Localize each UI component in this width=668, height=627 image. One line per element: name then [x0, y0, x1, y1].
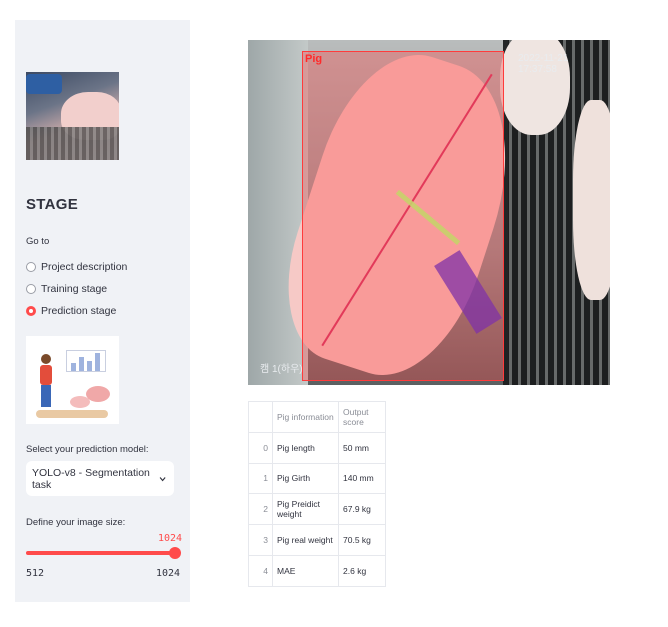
row-info: Pig real weight: [271, 524, 340, 556]
image-size-label: Define your image size:: [26, 517, 126, 528]
radio-training-stage[interactable]: Training stage: [26, 283, 107, 295]
header-pig-information: Pig information: [271, 401, 340, 433]
background-pig: [573, 100, 610, 300]
image-size-slider-track[interactable]: [26, 551, 174, 555]
row-index: 2: [248, 493, 273, 526]
radio-indicator: [26, 262, 36, 272]
goto-label: Go to: [26, 236, 50, 247]
row-index: 3: [248, 524, 273, 556]
detection-result-image: Pig 2022-11-21 17:37:58 캠 1(하우): [248, 40, 610, 385]
model-select-value: YOLO-v8 - Segmentation task: [32, 466, 150, 491]
sidebar-pig-photo: [26, 72, 119, 160]
radio-indicator-selected: [26, 306, 36, 316]
radio-label: Training stage: [41, 283, 108, 295]
row-info: Pig length: [271, 431, 340, 464]
row-score: 2.6 kg: [338, 554, 386, 587]
slider-current-value: 1024: [158, 533, 183, 544]
image-size-slider-handle[interactable]: [169, 547, 181, 559]
header-index: [248, 401, 273, 433]
row-score: 70.5 kg: [338, 524, 386, 556]
radio-label: Project description: [41, 261, 128, 273]
bbox-class-label: Pig: [305, 53, 323, 65]
results-table: Pig information Output score 0 Pig lengt…: [248, 401, 386, 587]
table-row: 1 Pig Girth 140 mm: [248, 462, 386, 495]
slider-max-value: 1024: [156, 568, 181, 579]
sidebar: STAGE Go to Project description Training…: [15, 20, 190, 602]
radio-label: Prediction stage: [41, 305, 117, 317]
header-output-score: Output score: [338, 401, 386, 433]
table-row: 3 Pig real weight 70.5 kg: [248, 524, 386, 556]
row-index: 4: [248, 554, 273, 587]
slider-min-value: 512: [26, 568, 45, 579]
camera-label: 캠 1(하우): [260, 364, 303, 375]
stage-title: STAGE: [26, 196, 79, 213]
row-info: Pig Preidict weight: [271, 493, 340, 526]
radio-indicator: [26, 284, 36, 294]
row-index: 0: [248, 431, 273, 464]
row-score: 50 mm: [338, 431, 386, 464]
radio-prediction-stage[interactable]: Prediction stage: [26, 305, 116, 317]
camera-timestamp: 2022-11-21 17:37:58: [518, 53, 569, 75]
table-header-row: Pig information Output score: [248, 401, 386, 433]
model-select[interactable]: YOLO-v8 - Segmentation task: [26, 461, 174, 496]
row-index: 1: [248, 462, 273, 495]
table-row: 0 Pig length 50 mm: [248, 431, 386, 464]
radio-project-description[interactable]: Project description: [26, 261, 127, 273]
row-info: MAE: [271, 554, 340, 587]
table-row: 4 MAE 2.6 kg: [248, 554, 386, 587]
row-info: Pig Girth: [271, 462, 340, 495]
table-row: 2 Pig Preidict weight 67.9 kg: [248, 493, 386, 526]
prediction-illustration: [26, 336, 119, 424]
chevron-down-icon: [159, 476, 166, 481]
row-score: 67.9 kg: [338, 493, 386, 526]
model-select-label: Select your prediction model:: [26, 444, 149, 455]
row-score: 140 mm: [338, 462, 386, 495]
